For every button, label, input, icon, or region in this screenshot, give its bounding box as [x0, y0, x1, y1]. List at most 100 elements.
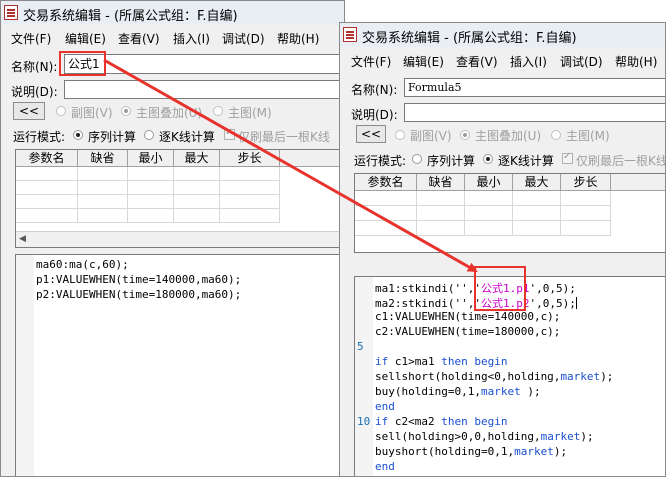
table-cell[interactable]	[16, 209, 78, 223]
menu-edit[interactable]: 编辑(E)	[403, 53, 444, 70]
sequential-radio[interactable]	[73, 130, 83, 140]
menu-edit[interactable]: 编辑(E)	[65, 30, 106, 47]
back-editor-window: 交易系统编辑 - (所属公式组：F.自编) 文件(F) 编辑(E) 查看(V) …	[0, 0, 345, 477]
table-cell[interactable]	[465, 191, 513, 206]
last-bar-only-checkbox[interactable]	[224, 127, 235, 140]
table-cell[interactable]	[417, 221, 465, 236]
table-cell[interactable]	[220, 209, 280, 223]
keyword: market	[480, 385, 521, 398]
menu-file[interactable]: 文件(F)	[11, 30, 51, 47]
table-cell[interactable]	[174, 209, 220, 223]
menu-file[interactable]: 文件(F)	[351, 53, 391, 70]
last-bar-only-checkbox[interactable]	[562, 151, 573, 164]
table-cell[interactable]	[417, 191, 465, 206]
code-text: );	[520, 385, 541, 398]
table-cell[interactable]	[355, 221, 417, 236]
highlight-box-formula-reference	[474, 266, 526, 311]
code-line: c2:VALUEWHEN(time=180000,c);	[375, 325, 561, 338]
code-line: sellshort(holding<0,holding,market);	[375, 370, 613, 383]
run-mode-label: 运行模式:	[13, 130, 66, 144]
per-bar-label: 逐K线计算	[159, 130, 215, 144]
menu-debug[interactable]: 调试(D)	[560, 53, 603, 70]
main-overlay-radio[interactable]	[460, 130, 470, 140]
col-header-blank	[611, 174, 665, 191]
table-cell[interactable]	[78, 167, 128, 181]
table-cell[interactable]	[220, 167, 280, 181]
table-cell[interactable]	[16, 195, 78, 209]
front-title-bar: 交易系统编辑 - (所属公式组：F.自编)	[340, 23, 665, 47]
table-cell[interactable]	[174, 181, 220, 195]
back-code-editor[interactable]: ma60:ma(c,60); p1:VALUEWHEN(time=140000,…	[15, 254, 344, 476]
table-cell[interactable]	[513, 191, 561, 206]
table-cell[interactable]	[174, 195, 220, 209]
code-text: ',0,5);	[529, 297, 576, 310]
keyword: market	[514, 445, 554, 458]
main-overlay-label: 主图叠加(U)	[475, 129, 542, 143]
parameter-table[interactable]: 参数名 缺省 最小 最大 步长 ◀	[15, 149, 344, 248]
last-bar-only-label: 仅刷最后一根K线	[576, 154, 666, 168]
table-cell[interactable]	[355, 191, 417, 206]
description-input[interactable]	[404, 103, 665, 122]
col-header-max: 最大	[174, 150, 220, 167]
table-cell[interactable]	[128, 167, 174, 181]
menu-insert[interactable]: 插入(I)	[510, 53, 547, 70]
sequential-radio[interactable]	[412, 154, 422, 164]
table-cell[interactable]	[561, 191, 611, 206]
per-bar-radio[interactable]	[144, 130, 154, 140]
table-cell[interactable]	[16, 167, 78, 181]
menu-help[interactable]: 帮助(H)	[615, 53, 657, 70]
table-cell[interactable]	[220, 181, 280, 195]
table-cell[interactable]	[355, 206, 417, 221]
table-cell[interactable]	[128, 181, 174, 195]
table-cell[interactable]	[128, 195, 174, 209]
subchart-radio[interactable]	[56, 106, 66, 116]
main-overlay-radio[interactable]	[121, 106, 131, 116]
description-input[interactable]	[64, 80, 344, 99]
menu-debug[interactable]: 调试(D)	[222, 30, 265, 47]
menu-insert[interactable]: 插入(I)	[173, 30, 210, 47]
table-cell[interactable]	[220, 195, 280, 209]
keyword: market	[540, 430, 581, 443]
col-header-min: 最小	[465, 174, 513, 191]
col-header-step: 步长	[220, 150, 280, 167]
table-cell[interactable]	[513, 206, 561, 221]
per-bar-radio[interactable]	[483, 154, 493, 164]
scroll-left-icon[interactable]: ◀	[19, 234, 26, 244]
menu-view[interactable]: 查看(V)	[118, 30, 160, 47]
menu-help[interactable]: 帮助(H)	[277, 30, 319, 47]
code-text: );	[553, 445, 568, 458]
table-cell[interactable]	[417, 206, 465, 221]
code-line: c1:VALUEWHEN(time=140000,c);	[375, 310, 561, 323]
code-text: );	[580, 430, 594, 443]
code-text: ma1:stkindi('','	[375, 282, 481, 295]
subchart-radio[interactable]	[395, 130, 405, 140]
table-cell[interactable]	[128, 209, 174, 223]
table-cell[interactable]	[78, 209, 128, 223]
collapse-button[interactable]: <<	[13, 102, 45, 120]
table-cell[interactable]	[465, 221, 513, 236]
table-hscrollbar[interactable]: ◀	[16, 231, 344, 247]
table-cell[interactable]	[78, 181, 128, 195]
name-input[interactable]: Formula5	[404, 78, 665, 97]
col-header-max: 最大	[513, 174, 561, 191]
main-chart-radio[interactable]	[551, 130, 561, 140]
code-line: sell(holding>0,0,holding,market);	[375, 430, 594, 443]
table-cell[interactable]	[465, 206, 513, 221]
main-chart-radio[interactable]	[213, 106, 223, 116]
main-overlay-label: 主图叠加(U)	[136, 106, 203, 120]
collapse-button[interactable]: <<	[356, 125, 386, 143]
text-cursor	[575, 297, 577, 309]
front-window-title: 交易系统编辑 - (所属公式组：F.自编)	[362, 31, 577, 46]
table-cell[interactable]	[561, 206, 611, 221]
table-cell[interactable]	[78, 195, 128, 209]
name-input[interactable]: 公式1	[64, 54, 344, 74]
table-cell[interactable]	[174, 167, 220, 181]
table-cell[interactable]	[513, 221, 561, 236]
table-cell[interactable]	[561, 221, 611, 236]
parameter-table[interactable]: 参数名 缺省 最小 最大 步长	[354, 173, 665, 253]
description-label: 说明(D):	[351, 108, 398, 122]
table-cell[interactable]	[16, 181, 78, 195]
line-number: 10	[357, 415, 371, 428]
menu-view[interactable]: 查看(V)	[456, 53, 498, 70]
line-number: 5	[357, 340, 364, 353]
